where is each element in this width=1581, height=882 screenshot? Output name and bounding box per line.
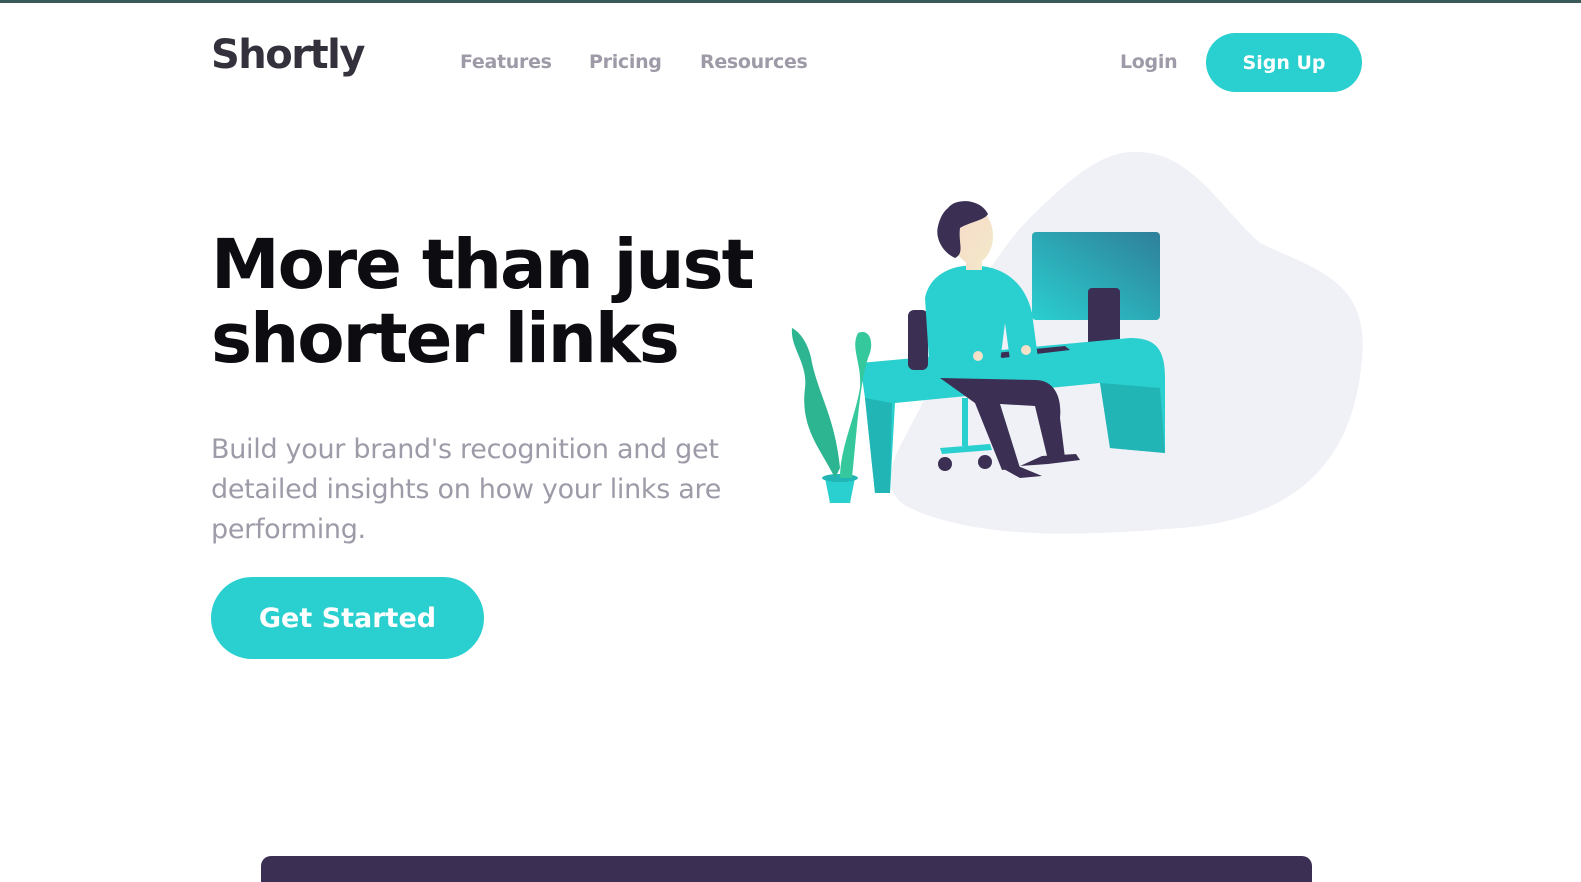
nav-link-resources[interactable]: Resources	[700, 51, 808, 73]
sign-up-button[interactable]: Sign Up	[1206, 33, 1362, 92]
nav-link-features[interactable]: Features	[460, 51, 552, 73]
hero-subtitle: Build your brand's recognition and get d…	[211, 434, 722, 545]
shorten-panel	[261, 856, 1312, 882]
logo[interactable]: Shortly	[211, 32, 365, 78]
login-link[interactable]: Login	[1120, 51, 1178, 73]
person-working-illustration	[791, 151, 1363, 534]
top-accent-strip	[0, 0, 1581, 3]
nav-link-pricing[interactable]: Pricing	[589, 51, 662, 73]
hero-title: More than just shorter links	[211, 225, 755, 379]
get-started-button[interactable]: Get Started	[211, 577, 484, 659]
